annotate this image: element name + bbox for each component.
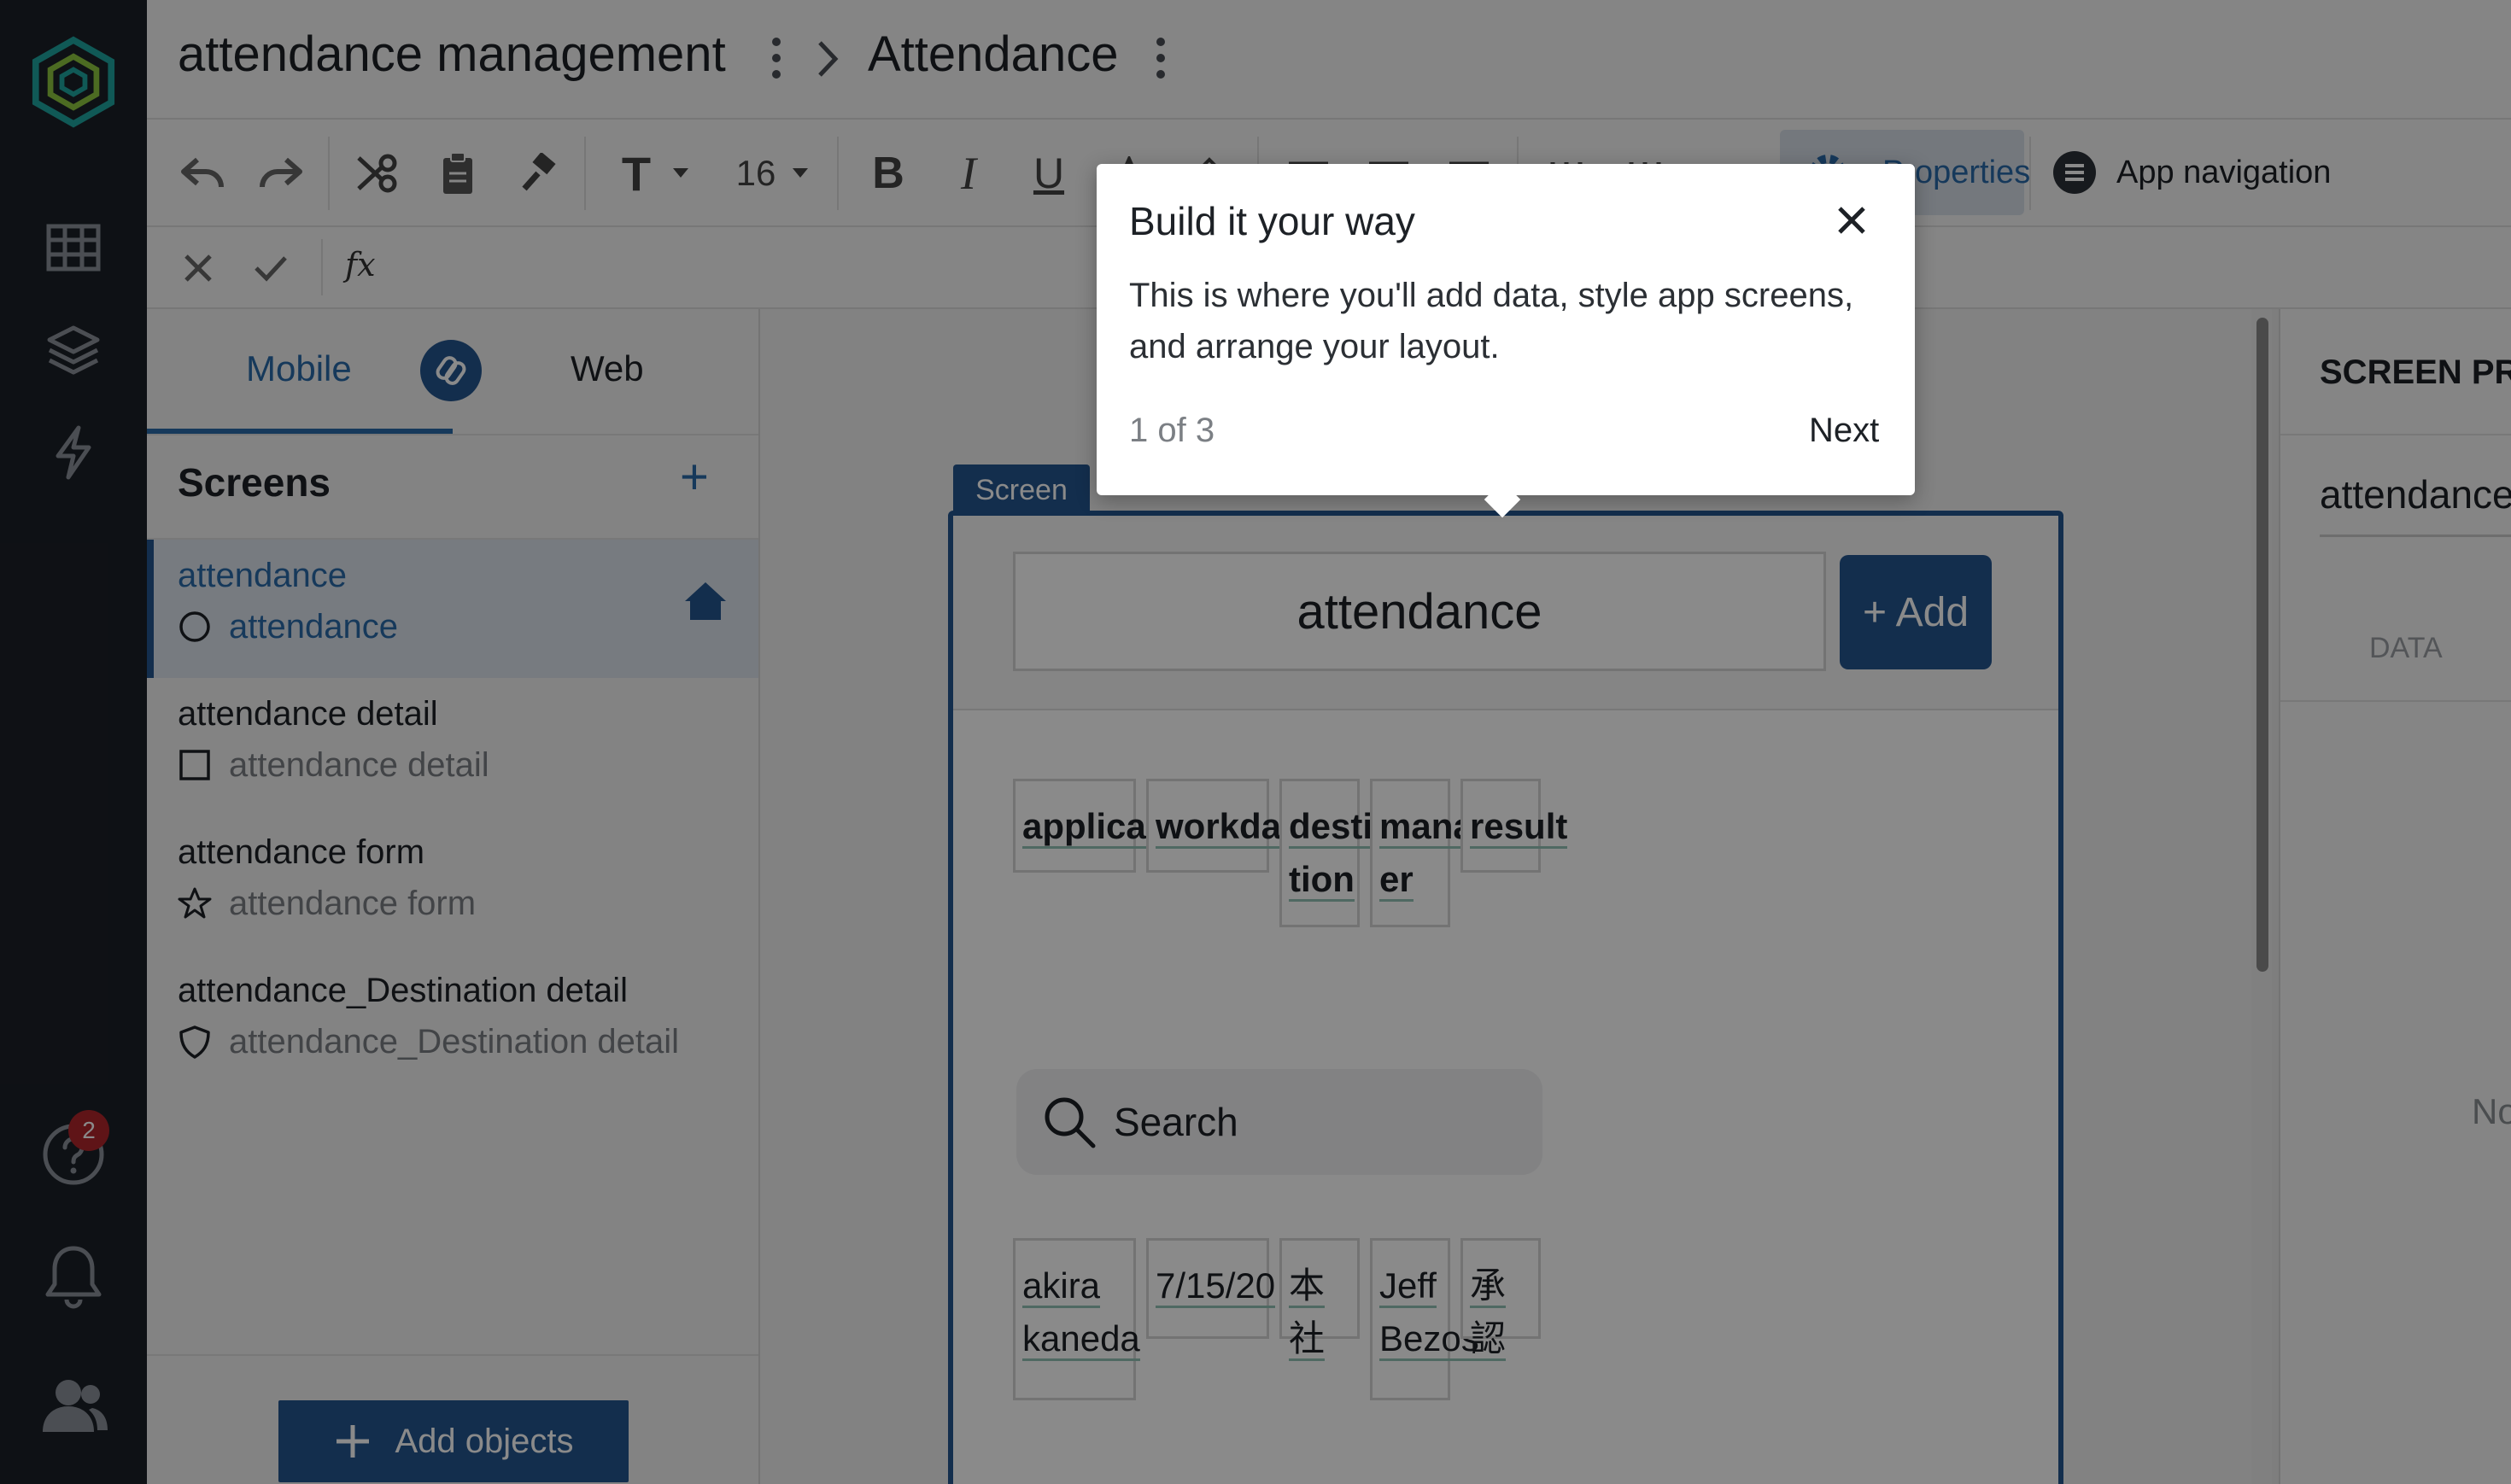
close-icon[interactable] bbox=[1826, 195, 1877, 246]
tour-popover: Build it your way This is where you'll a… bbox=[1097, 164, 1915, 518]
tour-step-count: 1 of 3 bbox=[1129, 412, 1215, 449]
tour-next-button[interactable]: Next bbox=[1809, 412, 1879, 450]
tour-title: Build it your way bbox=[1129, 199, 1415, 243]
tour-body: This is where you'll add data, style app… bbox=[1129, 277, 1854, 365]
